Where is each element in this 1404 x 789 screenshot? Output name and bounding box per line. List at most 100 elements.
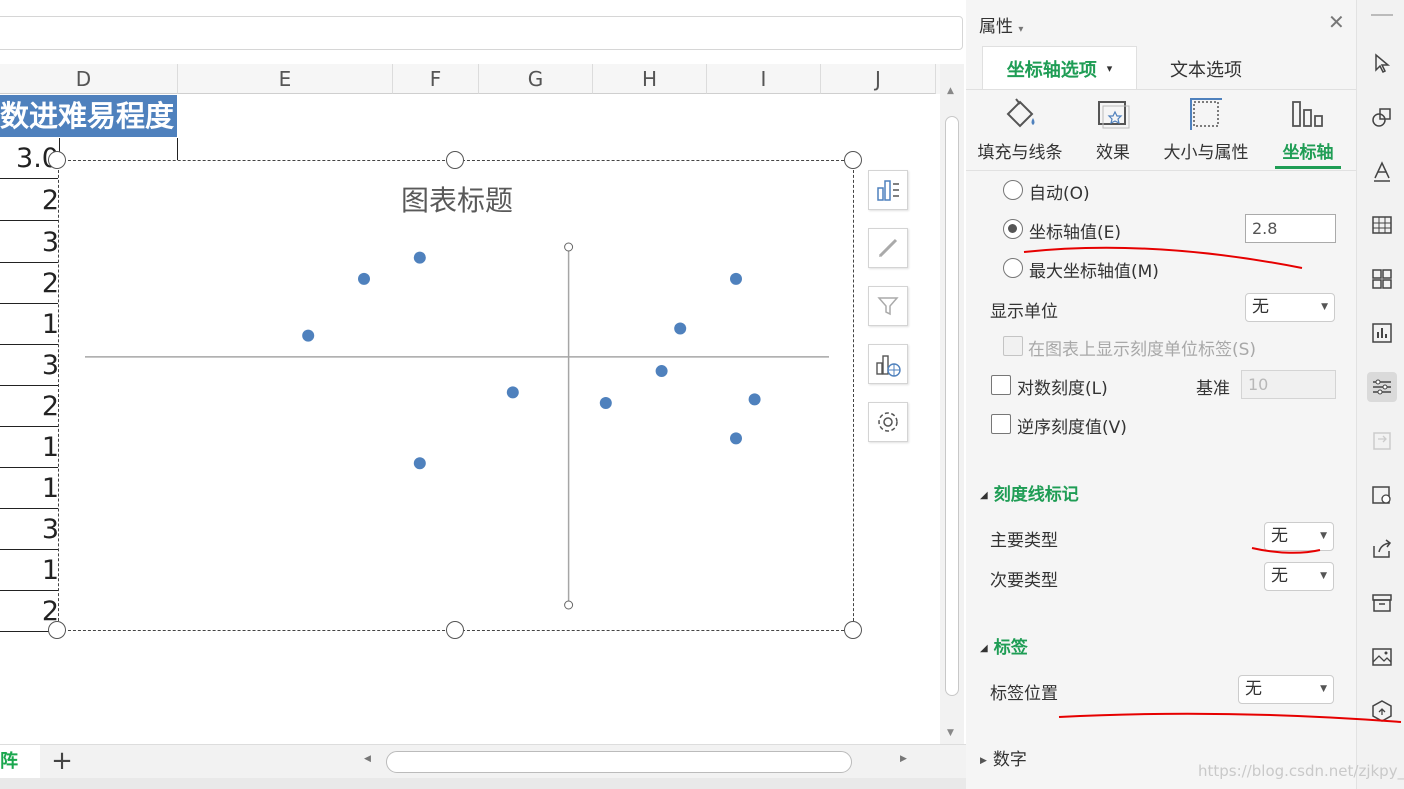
- data-cell[interactable]: 1: [0, 427, 60, 468]
- reverse-order-label[interactable]: 逆序刻度值(V): [1017, 413, 1127, 438]
- subtab-axis[interactable]: 坐标轴: [1258, 96, 1358, 163]
- show-unit-label-checkbox[interactable]: [1003, 336, 1023, 356]
- log-scale-label[interactable]: 对数刻度(L): [1017, 374, 1108, 399]
- chart-data-button[interactable]: [868, 344, 908, 384]
- drag-handle[interactable]: [1371, 14, 1393, 16]
- data-cell[interactable]: 1: [0, 468, 60, 509]
- data-cell[interactable]: 2: [0, 180, 60, 221]
- chart-filter-button[interactable]: [868, 286, 908, 326]
- scroll-left-icon[interactable]: ◀: [364, 754, 371, 764]
- scroll-down-icon[interactable]: ▼: [947, 728, 954, 738]
- data-point[interactable]: [413, 457, 426, 470]
- formula-input[interactable]: [0, 16, 963, 50]
- data-point[interactable]: [413, 251, 426, 264]
- resize-handle-nw[interactable]: [48, 151, 66, 169]
- gallery-button[interactable]: [1367, 480, 1397, 510]
- data-cell[interactable]: 1: [0, 550, 60, 591]
- major-type-select[interactable]: 无 ▼: [1264, 522, 1334, 551]
- panel-title-text: 属性: [979, 17, 1013, 37]
- column-header-f[interactable]: F: [393, 64, 479, 94]
- data-cell[interactable]: 2: [0, 263, 60, 304]
- data-cell[interactable]: 2: [0, 386, 60, 427]
- column-header-h[interactable]: H: [593, 64, 707, 94]
- data-cell[interactable]: 3: [0, 345, 60, 386]
- axis-value-input[interactable]: 2.8: [1245, 214, 1336, 243]
- panel-title[interactable]: 属性 ▾: [979, 12, 1023, 37]
- auto-radio[interactable]: [1003, 180, 1023, 200]
- data-point[interactable]: [302, 329, 315, 342]
- header-cell[interactable]: 数进难易程度: [0, 95, 177, 137]
- sheet-tab[interactable]: 阵: [0, 745, 40, 779]
- chart-settings-button[interactable]: [868, 402, 908, 442]
- data-cell[interactable]: 3: [0, 509, 60, 550]
- data-cell[interactable]: 3: [0, 222, 60, 263]
- archive-button[interactable]: [1367, 588, 1397, 618]
- resize-handle-ne[interactable]: [844, 151, 862, 169]
- axis-value-label[interactable]: 坐标轴值(E): [1029, 218, 1121, 243]
- column-header-i[interactable]: I: [707, 64, 821, 94]
- chart-style-button[interactable]: [868, 228, 908, 268]
- y-axis-handle-bottom[interactable]: [564, 600, 574, 610]
- gallery-icon: [1372, 486, 1391, 504]
- resize-handle-se[interactable]: [844, 621, 862, 639]
- scatter-chart[interactable]: 图表标题: [58, 160, 854, 631]
- tick-marks-section[interactable]: ◢ 刻度线标记: [980, 480, 1079, 505]
- resize-handle-n[interactable]: [446, 151, 464, 169]
- auto-label[interactable]: 自动(O): [1029, 179, 1090, 204]
- resize-handle-s[interactable]: [446, 621, 464, 639]
- data-point[interactable]: [506, 386, 519, 399]
- properties-button[interactable]: [1367, 372, 1397, 402]
- y-axis-handle-top[interactable]: [564, 242, 574, 252]
- column-header-d[interactable]: D: [0, 64, 178, 94]
- max-axis-value-radio[interactable]: [1003, 258, 1023, 278]
- chart-button[interactable]: [1367, 318, 1397, 348]
- shapes-button[interactable]: [1367, 102, 1397, 132]
- select-button[interactable]: [1367, 48, 1397, 78]
- column-header-j[interactable]: J: [821, 64, 936, 94]
- vertical-scrollbar[interactable]: ▲ ▼: [940, 64, 964, 744]
- data-point[interactable]: [358, 272, 370, 285]
- data-point[interactable]: [674, 322, 687, 335]
- subtab-effects[interactable]: 效果: [1063, 96, 1163, 163]
- table-button[interactable]: [1367, 210, 1397, 240]
- share-button[interactable]: [1367, 534, 1397, 564]
- labels-section[interactable]: ◢ 标签: [980, 633, 1028, 658]
- axis-value-radio[interactable]: [1003, 219, 1023, 239]
- display-unit-select[interactable]: 无 ▼: [1245, 293, 1335, 322]
- column-header-g[interactable]: G: [479, 64, 593, 94]
- chart-elements-button[interactable]: [868, 170, 908, 210]
- tab-axis-options[interactable]: 坐标轴选项 ▾: [982, 46, 1137, 90]
- plugin-button[interactable]: [1367, 696, 1397, 726]
- data-point[interactable]: [748, 393, 761, 406]
- text-style-button[interactable]: [1367, 156, 1397, 186]
- data-point[interactable]: [730, 272, 742, 285]
- scroll-right-icon[interactable]: ▶: [900, 754, 907, 764]
- resize-handle-sw[interactable]: [48, 621, 66, 639]
- label-position-select[interactable]: 无 ▼: [1238, 675, 1334, 704]
- subtab-size-properties[interactable]: 大小与属性: [1156, 96, 1256, 163]
- close-icon[interactable]: ✕: [1328, 10, 1345, 34]
- data-cell[interactable]: 1: [0, 304, 60, 345]
- scroll-up-icon[interactable]: ▲: [947, 86, 954, 96]
- image-button[interactable]: [1367, 642, 1397, 672]
- fill-bucket-icon: [1006, 98, 1035, 128]
- data-point[interactable]: [730, 432, 742, 445]
- reverse-order-checkbox[interactable]: [991, 414, 1011, 434]
- max-axis-value-label[interactable]: 最大坐标轴值(M): [1029, 257, 1159, 282]
- tab-text-options[interactable]: 文本选项: [1170, 56, 1242, 82]
- scroll-thumb[interactable]: [945, 116, 959, 696]
- base-input[interactable]: 10: [1241, 370, 1336, 399]
- text-style-icon: [1374, 161, 1390, 182]
- horizontal-scroll-thumb[interactable]: [386, 751, 852, 773]
- add-sheet-button[interactable]: +: [48, 747, 76, 775]
- subtab-fill-line[interactable]: 填充与线条: [970, 96, 1070, 163]
- minor-type-select[interactable]: 无 ▼: [1264, 562, 1334, 591]
- column-header-e[interactable]: E: [178, 64, 393, 94]
- display-unit-label: 显示单位: [990, 302, 1058, 322]
- log-scale-checkbox[interactable]: [991, 375, 1011, 395]
- number-section[interactable]: ▶ 数字: [980, 745, 1027, 770]
- data-point[interactable]: [655, 365, 668, 378]
- data-point[interactable]: [599, 396, 612, 409]
- widgets-button[interactable]: [1367, 264, 1397, 294]
- convert-button[interactable]: [1367, 426, 1397, 456]
